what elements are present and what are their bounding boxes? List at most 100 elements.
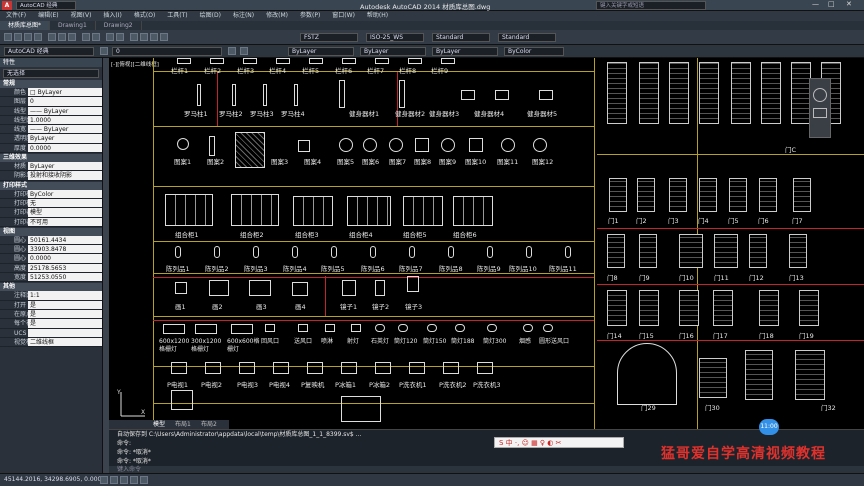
tab-layout1[interactable]: 布局1 bbox=[175, 420, 191, 429]
props-row[interactable]: 线型比例1.0000 bbox=[0, 115, 102, 126]
props-row[interactable]: 视觉样式二维线框 bbox=[0, 337, 102, 348]
tab-doc-2[interactable]: Drawing1 bbox=[50, 21, 96, 30]
props-section-header[interactable]: 三维效果 bbox=[0, 154, 102, 163]
autocad-logo-icon[interactable]: A bbox=[2, 1, 12, 10]
close-button[interactable]: ✕ bbox=[846, 0, 852, 8]
plot-icon[interactable] bbox=[34, 33, 42, 41]
props-value[interactable]: 1.0000 bbox=[28, 115, 102, 125]
menu-tools[interactable]: 工具(T) bbox=[161, 11, 193, 21]
layer-manager-icon[interactable] bbox=[100, 47, 108, 55]
props-value[interactable]: 无 bbox=[28, 198, 102, 208]
layer-previous-icon[interactable] bbox=[240, 47, 248, 55]
props-row[interactable]: 颜色 □ ByLayer bbox=[0, 88, 102, 98]
steering-wheel-icon[interactable] bbox=[813, 88, 827, 102]
props-value[interactable]: 33903.8478 bbox=[28, 245, 102, 254]
props-row[interactable]: 打印样式ByColor bbox=[0, 189, 102, 199]
linetype-select[interactable]: ByLayer bbox=[360, 47, 426, 56]
props-value[interactable]: 0 bbox=[28, 97, 102, 106]
props-row[interactable]: 图层 0 bbox=[0, 97, 102, 107]
snap-toggle-icon[interactable] bbox=[100, 476, 108, 484]
props-value[interactable]: ByLayer bbox=[28, 134, 102, 143]
props-value[interactable]: 25178.5653 bbox=[28, 263, 102, 273]
props-row[interactable]: 注释比例1:1 bbox=[0, 291, 102, 301]
menu-file[interactable]: 文件(F) bbox=[0, 11, 32, 21]
selection-select[interactable]: 无选择 bbox=[3, 69, 99, 78]
menu-view[interactable]: 视图(V) bbox=[65, 11, 98, 21]
menu-modify[interactable]: 修改(M) bbox=[260, 11, 294, 21]
ime-toolbar[interactable]: S 中 ·, ☺ ▦ ♀ ◐ ✂ bbox=[494, 437, 624, 448]
props-row[interactable]: 在原点显示 UCS是 bbox=[0, 309, 102, 320]
tab-layout2[interactable]: 布局2 bbox=[201, 420, 217, 429]
paste-icon[interactable] bbox=[68, 33, 76, 41]
grid-toggle-icon[interactable] bbox=[110, 476, 118, 484]
save-icon[interactable] bbox=[24, 33, 32, 41]
color-select[interactable]: ByLayer bbox=[288, 47, 354, 56]
lineweight-select[interactable]: ByLayer bbox=[432, 47, 498, 56]
props-row[interactable]: 打印表类型不可用 bbox=[0, 217, 102, 227]
redo-icon[interactable] bbox=[92, 33, 100, 41]
props-value[interactable] bbox=[28, 328, 102, 337]
props-row[interactable]: 每个视口都显示是 bbox=[0, 319, 102, 329]
props-row[interactable]: 宽度 51253.0550 bbox=[0, 273, 102, 283]
props-value[interactable]: □ ByLayer bbox=[28, 88, 102, 97]
help-icon[interactable] bbox=[160, 33, 168, 41]
props-row[interactable]: 打印样式表无 bbox=[0, 198, 102, 209]
copy-icon[interactable] bbox=[58, 33, 66, 41]
props-row[interactable]: 高度 25178.5653 bbox=[0, 263, 102, 274]
props-value[interactable]: 50161.4434 bbox=[28, 235, 102, 245]
props-row[interactable]: 线型 —— ByLayer bbox=[0, 106, 102, 116]
props-row[interactable]: 厚度 0.0000 bbox=[0, 143, 102, 154]
mleader-style-select[interactable]: Standard bbox=[498, 33, 556, 42]
design-center-icon[interactable] bbox=[140, 33, 148, 41]
table-style-select[interactable]: Standard bbox=[432, 33, 490, 42]
maximize-button[interactable]: □ bbox=[828, 0, 835, 8]
tab-doc-1[interactable]: 材质库总图* bbox=[0, 21, 51, 30]
props-section-header[interactable]: 常规 bbox=[0, 80, 102, 88]
props-row[interactable]: 阴影显示投射和接收阴影 bbox=[0, 171, 102, 181]
props-section-header[interactable]: 视图 bbox=[0, 227, 102, 236]
menu-insert[interactable]: 插入(I) bbox=[97, 11, 127, 21]
props-row[interactable]: 圆心 X 坐标50161.4434 bbox=[0, 235, 102, 246]
props-value[interactable]: 51253.0550 bbox=[28, 273, 102, 282]
props-value[interactable]: 0.0000 bbox=[28, 254, 102, 263]
search-input[interactable]: 键入关键字或短语 bbox=[596, 1, 706, 10]
props-row[interactable]: 透明度ByLayer bbox=[0, 134, 102, 144]
dim-style-select[interactable]: ISO-25_WS bbox=[366, 33, 424, 42]
workspace-select[interactable]: AutoCAD 经典 bbox=[4, 47, 94, 56]
workspace-quick-combo[interactable]: AutoCAD 经典 bbox=[16, 1, 76, 10]
drawing-canvas[interactable]: [-][俯视][二维线框] 栏杆1 栏杆2 栏杆3 栏杆4 栏杆5 栏杆6 栏杆7 栏杆8 栏杆… bbox=[109, 58, 864, 429]
props-value[interactable]: —— ByLayer bbox=[28, 106, 102, 115]
ortho-toggle-icon[interactable] bbox=[120, 476, 128, 484]
text-style-select[interactable]: FSTZ bbox=[300, 33, 358, 42]
props-value[interactable]: 0.0000 bbox=[28, 143, 102, 153]
menu-parametric[interactable]: 参数(P) bbox=[294, 11, 326, 21]
minimize-button[interactable]: — bbox=[812, 0, 819, 8]
props-value[interactable]: 模型 bbox=[28, 208, 102, 217]
cut-icon[interactable] bbox=[48, 33, 56, 41]
tab-model[interactable]: 模型 bbox=[153, 420, 165, 429]
props-row[interactable]: 打印表附着到模型 bbox=[0, 208, 102, 218]
props-section-header[interactable]: 其他 bbox=[0, 283, 102, 292]
props-value[interactable]: —— ByLayer bbox=[28, 125, 102, 134]
props-value[interactable]: ByLayer bbox=[28, 162, 102, 171]
pan-icon[interactable] bbox=[106, 33, 114, 41]
props-value[interactable]: ByColor bbox=[28, 189, 102, 198]
properties-icon[interactable] bbox=[130, 33, 138, 41]
props-row[interactable]: 材质 ByLayer bbox=[0, 162, 102, 172]
timer-badge[interactable]: 11:00 bbox=[759, 419, 779, 435]
osnap-toggle-icon[interactable] bbox=[140, 476, 148, 484]
menu-window[interactable]: 窗口(W) bbox=[326, 11, 361, 21]
open-icon[interactable] bbox=[14, 33, 22, 41]
props-value[interactable]: 投射和接收阴影 bbox=[28, 171, 102, 180]
props-row[interactable]: 线宽 —— ByLayer bbox=[0, 125, 102, 135]
tool-palette-icon[interactable] bbox=[150, 33, 158, 41]
props-row[interactable]: 圆心 Z 坐标0.0000 bbox=[0, 254, 102, 264]
props-section-header[interactable]: 打印样式 bbox=[0, 181, 102, 190]
undo-icon[interactable] bbox=[82, 33, 90, 41]
viewport-label[interactable]: [-][俯视][二维线框] bbox=[111, 60, 159, 68]
props-row[interactable]: 打开 UCS 图标是 bbox=[0, 300, 102, 310]
make-current-icon[interactable] bbox=[228, 47, 236, 55]
zoom-icon[interactable] bbox=[116, 33, 124, 41]
props-value[interactable]: 是 bbox=[28, 319, 102, 328]
props-row[interactable]: UCS 名称 bbox=[0, 328, 102, 338]
